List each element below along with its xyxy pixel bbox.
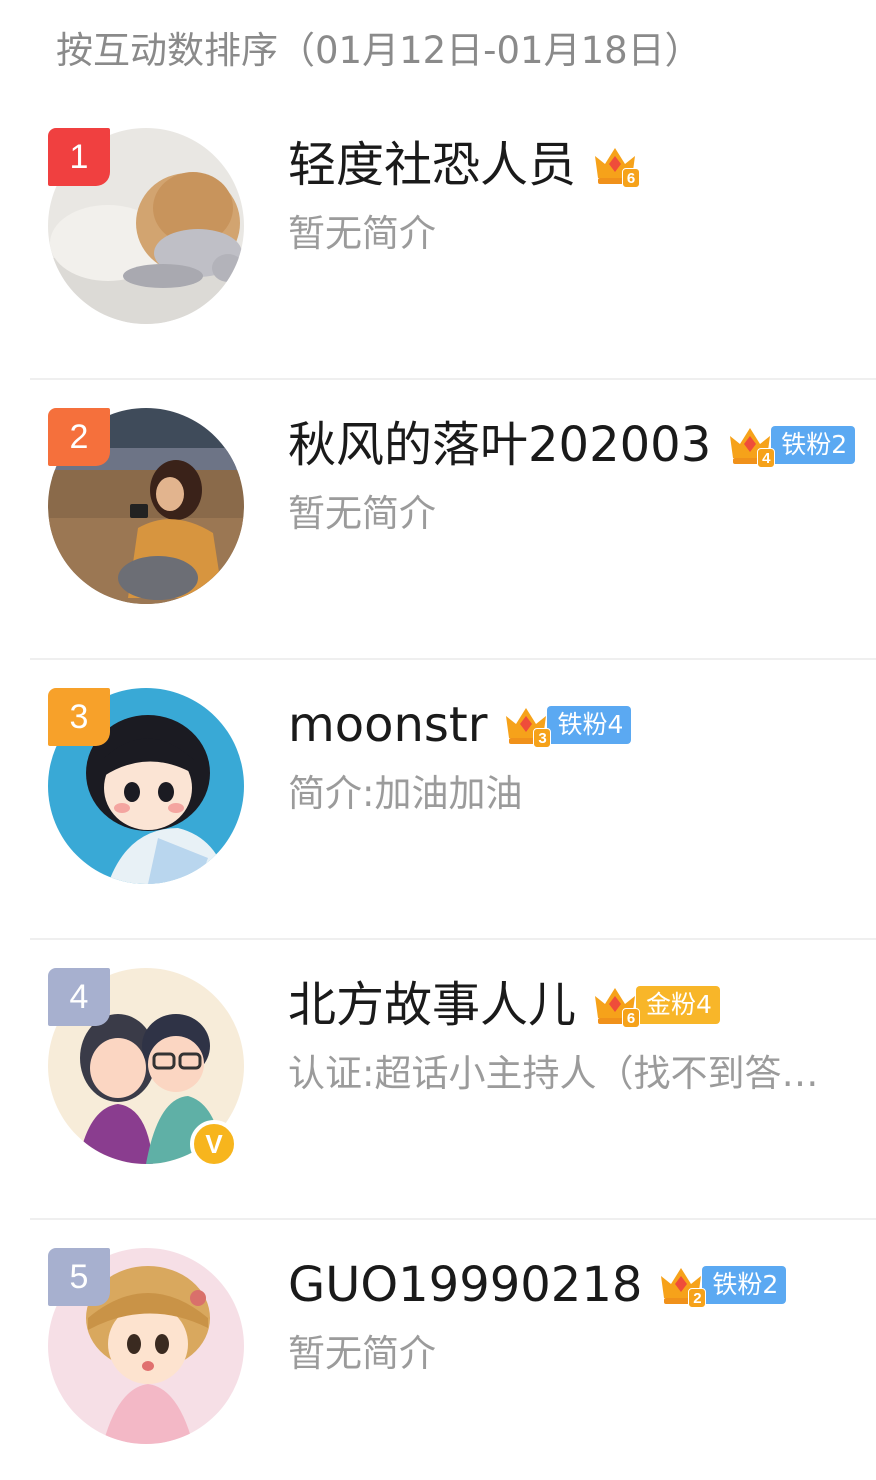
user-intro: 暂无简介 — [288, 212, 436, 255]
sort-header: 按互动数排序（01月12日-01月18日） — [56, 29, 702, 72]
crown-level: 6 — [622, 1008, 641, 1028]
user-name[interactable]: GUO19990218 — [288, 1250, 642, 1320]
ranking-page: 按互动数排序（01月12日-01月18日） 1 轻度社恐人员 6 暂无简介 2 … — [0, 0, 876, 1480]
ranking-row[interactable]: 2 秋风的落叶202003 4 铁粉2 暂无简介 — [0, 380, 876, 660]
crown-icon: 2 — [656, 1260, 707, 1310]
crown-icon: 6 — [590, 140, 641, 190]
rank-badge: 2 — [48, 408, 110, 466]
ranking-row[interactable]: 4 V 北方故事人儿 6 金粉4 认证:超话小主持人（找不到答… — [0, 940, 876, 1220]
crown-level: 2 — [688, 1288, 707, 1308]
crown-level: 6 — [622, 168, 641, 188]
rank-badge: 5 — [48, 1248, 110, 1306]
rank-badge: 4 — [48, 968, 110, 1026]
user-intro: 暂无简介 — [288, 492, 436, 535]
crown-level: 3 — [533, 728, 552, 748]
name-line: moonstr 3 铁粉4 — [288, 690, 632, 760]
fan-badge: 金粉4 — [636, 986, 720, 1024]
fan-badge: 铁粉2 — [702, 1266, 787, 1304]
user-name[interactable]: moonstr — [288, 690, 487, 760]
ranking-row[interactable]: 5 GUO19990218 2 铁粉2 暂无简介 — [0, 1220, 876, 1480]
user-intro: 简介:加油加油 — [288, 772, 523, 815]
fan-badge: 铁粉2 — [771, 426, 856, 464]
fan-badge: 铁粉4 — [547, 706, 632, 744]
name-line: GUO19990218 2 铁粉2 — [288, 1250, 787, 1320]
crown-icon: 4 — [725, 420, 776, 470]
rank-badge: 3 — [48, 688, 110, 746]
user-name[interactable]: 轻度社恐人员 — [288, 130, 576, 200]
crown-icon: 3 — [501, 700, 552, 750]
crown-level: 4 — [757, 448, 776, 468]
user-intro: 认证:超话小主持人（找不到答… — [288, 1052, 819, 1095]
ranking-row[interactable]: 3 moonstr 3 铁粉4 简介:加油加油 — [0, 660, 876, 940]
name-line: 北方故事人儿 6 金粉4 — [288, 970, 720, 1040]
rank-badge: 1 — [48, 128, 110, 186]
verified-icon: V — [190, 1120, 238, 1168]
name-line: 轻度社恐人员 6 — [288, 130, 641, 200]
user-intro: 暂无简介 — [288, 1332, 436, 1375]
user-name[interactable]: 秋风的落叶202003 — [288, 410, 711, 480]
name-line: 秋风的落叶202003 4 铁粉2 — [288, 410, 856, 480]
ranking-row[interactable]: 1 轻度社恐人员 6 暂无简介 — [0, 100, 876, 380]
user-name[interactable]: 北方故事人儿 — [288, 970, 576, 1040]
crown-icon: 6 — [590, 980, 641, 1030]
